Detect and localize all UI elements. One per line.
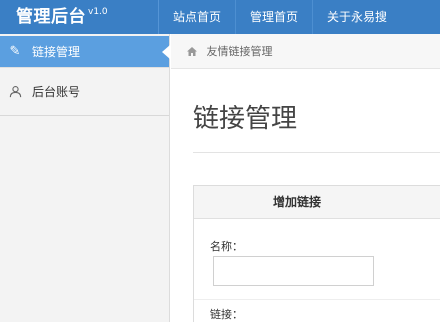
pen-icon: ✎ [9, 44, 21, 59]
sidebar-item-label: 后台账号 [32, 85, 81, 99]
page-title: 链接管理 [193, 104, 298, 134]
top-bar: 管理后台 v1.0 站点首页 管理首页 关于永易搜 [0, 0, 440, 34]
main-content: 友情链接管理 链接管理 增加链接 名称： 链接： [171, 34, 440, 322]
link-label: 链接： [210, 308, 243, 321]
panel-heading: 增加链接 [194, 186, 440, 219]
divider [194, 299, 440, 300]
sidebar-item-links[interactable]: ✎ 链接管理 [0, 36, 170, 68]
top-nav: 站点首页 管理首页 关于永易搜 [158, 0, 401, 34]
breadcrumb: 友情链接管理 [171, 34, 440, 69]
breadcrumb-label[interactable]: 友情链接管理 [207, 45, 273, 58]
nav-admin-home[interactable]: 管理首页 [235, 0, 312, 34]
nav-about[interactable]: 关于永易搜 [312, 0, 401, 34]
name-label: 名称： [210, 240, 243, 253]
sidebar-item-label: 链接管理 [32, 45, 81, 59]
version-label: v1.0 [88, 7, 108, 17]
brand-title: 管理后台 [16, 7, 86, 27]
brand-logo[interactable]: 管理后台 v1.0 [16, 3, 108, 31]
add-link-panel: 增加链接 名称： 链接： [193, 185, 440, 322]
sidebar: ✎ 链接管理 后台账号 [0, 34, 170, 322]
divider [193, 152, 440, 153]
nav-site-home[interactable]: 站点首页 [158, 0, 235, 34]
sidebar-item-accounts[interactable]: 后台账号 [0, 68, 169, 116]
name-input[interactable] [213, 256, 374, 286]
home-icon[interactable] [187, 45, 201, 58]
user-icon [6, 68, 24, 116]
